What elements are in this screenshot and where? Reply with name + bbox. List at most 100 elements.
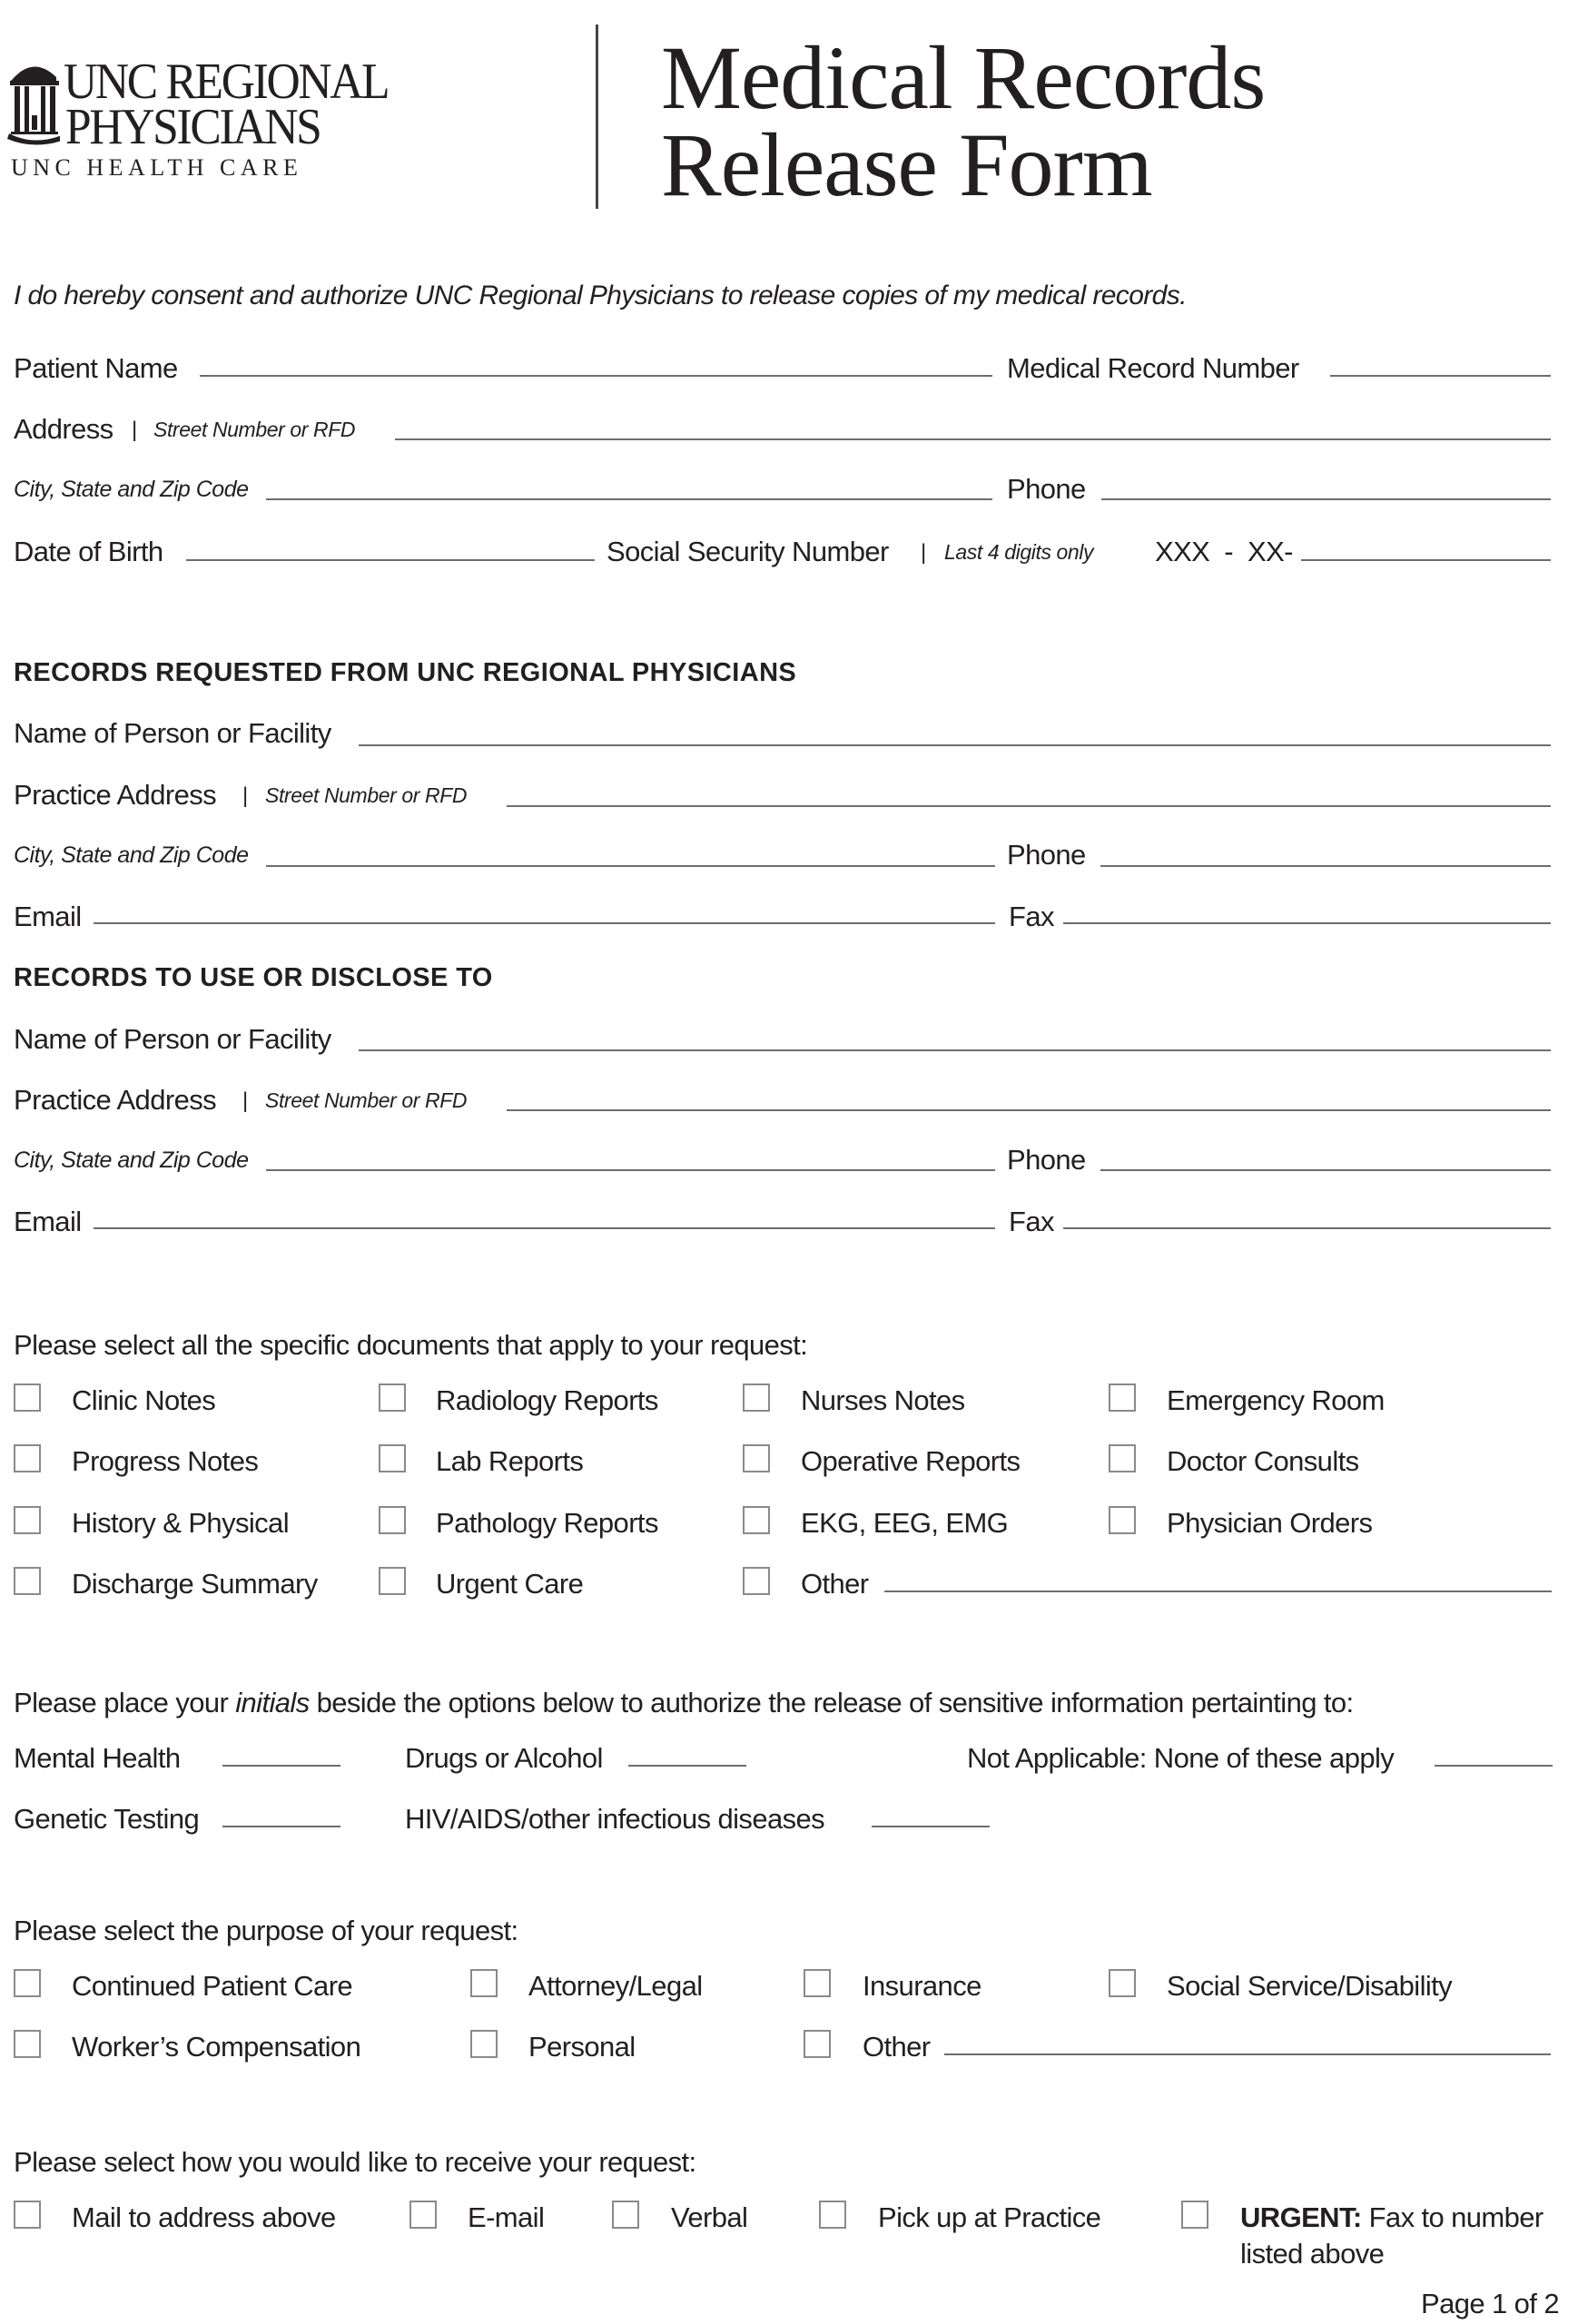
consent-text: I do hereby consent and authorize UNC Re… (14, 281, 1187, 310)
phone-input[interactable] (1101, 468, 1551, 499)
logo-line2: PHYSICIANS (65, 99, 322, 155)
documents-other-input[interactable] (884, 1561, 1552, 1591)
label-social-service-disability: Social Service/Disability (1167, 1970, 1453, 2002)
checkbox-progress-notes[interactable] (14, 1444, 41, 1472)
checkbox-personal[interactable] (470, 2030, 498, 2058)
purpose-other-input[interactable] (944, 2024, 1551, 2054)
sensitive-prompt-start: Please place your (14, 1687, 236, 1718)
checkbox-urgent-care[interactable] (379, 1567, 406, 1595)
label-workers-compensation: Worker’s Compensation (72, 2031, 361, 2063)
address-label: Address (14, 413, 113, 445)
to-name-label: Name of Person or Facility (14, 1023, 331, 1055)
hiv-aids-initials[interactable] (872, 1796, 990, 1827)
from-city-input[interactable] (266, 835, 995, 866)
sensitive-prompt-end: beside the options below to authorize th… (309, 1687, 1355, 1718)
from-phone-input[interactable] (1100, 835, 1551, 866)
checkbox-workers-compensation[interactable] (14, 2030, 41, 2058)
mrn-input[interactable] (1330, 345, 1551, 376)
from-address-input[interactable] (507, 775, 1551, 806)
to-phone-input[interactable] (1100, 1139, 1551, 1170)
page-title-line2: Release Form (661, 114, 1153, 215)
hiv-aids-label: HIV/AIDS/other infectious diseases (405, 1803, 825, 1835)
label-discharge-summary: Discharge Summary (72, 1568, 318, 1600)
mental-health-label: Mental Health (14, 1742, 181, 1774)
to-email-input[interactable] (94, 1197, 995, 1228)
checkbox-verbal[interactable] (612, 2201, 639, 2229)
old-well-icon (7, 66, 60, 145)
to-fax-input[interactable] (1063, 1197, 1551, 1228)
label-physician-orders: Physician Orders (1167, 1507, 1373, 1539)
checkbox-emergency-room[interactable] (1109, 1384, 1136, 1412)
label-lab-reports: Lab Reports (436, 1445, 584, 1477)
to-fax-label: Fax (1009, 1206, 1054, 1237)
purpose-prompt: Please select the purpose of your reques… (14, 1915, 518, 1946)
address-separator: | (132, 418, 137, 442)
delivery-prompt: Please select how you would like to rece… (14, 2146, 696, 2178)
checkbox-email[interactable] (409, 2201, 437, 2229)
label-progress-notes: Progress Notes (72, 1445, 259, 1477)
label-purpose-other: Other (863, 2031, 931, 2063)
checkbox-insurance[interactable] (804, 1969, 831, 1997)
patient-name-label: Patient Name (14, 352, 178, 384)
from-name-label: Name of Person or Facility (14, 717, 331, 749)
to-address-input[interactable] (507, 1079, 1551, 1110)
label-mail: Mail to address above (72, 2201, 336, 2233)
checkbox-physician-orders[interactable] (1109, 1506, 1136, 1534)
label-pick-up: Pick up at Practice (878, 2201, 1101, 2233)
dob-label: Date of Birth (14, 536, 163, 567)
checkbox-doctor-consults[interactable] (1109, 1444, 1136, 1472)
urgent-fax-text: Fax to number (1361, 2201, 1544, 2233)
drugs-alcohol-initials[interactable] (628, 1735, 746, 1766)
label-documents-other: Other (801, 1568, 869, 1600)
checkbox-nurses-notes[interactable] (743, 1384, 770, 1412)
to-name-input[interactable] (359, 1019, 1551, 1050)
checkbox-documents-other[interactable] (743, 1567, 770, 1595)
patient-name-input[interactable] (200, 345, 992, 376)
label-personal: Personal (528, 2031, 636, 2063)
city-label: City, State and Zip Code (14, 477, 249, 502)
checkbox-continued-patient-care[interactable] (14, 1969, 41, 1997)
page-number: Page 1 of 2 (1421, 2288, 1560, 2319)
from-email-input[interactable] (94, 892, 995, 923)
header-divider (596, 25, 598, 209)
label-insurance: Insurance (863, 1970, 981, 2002)
checkbox-discharge-summary[interactable] (14, 1567, 41, 1595)
city-input[interactable] (266, 468, 992, 499)
checkbox-urgent-fax[interactable] (1181, 2201, 1208, 2229)
label-operative-reports: Operative Reports (801, 1445, 1021, 1477)
to-city-input[interactable] (266, 1139, 995, 1170)
checkbox-pick-up[interactable] (819, 2201, 846, 2229)
to-email-label: Email (14, 1206, 82, 1237)
checkbox-radiology-reports[interactable] (379, 1384, 406, 1412)
from-name-input[interactable] (359, 714, 1551, 745)
disclose-to-heading: RECORDS TO USE OR DISCLOSE TO (14, 963, 493, 992)
ssn-input[interactable] (1301, 529, 1551, 560)
dob-input[interactable] (186, 529, 595, 560)
phone-label: Phone (1007, 473, 1086, 505)
mental-health-initials[interactable] (222, 1735, 340, 1766)
urgent-emphasis: URGENT: (1240, 2201, 1362, 2233)
label-email: E-mail (468, 2201, 545, 2233)
label-urgent-fax-line2: listed above (1240, 2238, 1385, 2270)
genetic-testing-initials[interactable] (222, 1796, 340, 1827)
label-emergency-room: Emergency Room (1167, 1384, 1385, 1416)
checkbox-mail[interactable] (14, 2201, 41, 2229)
checkbox-purpose-other[interactable] (804, 2030, 831, 2058)
to-address-label: Practice Address (14, 1084, 217, 1116)
checkbox-lab-reports[interactable] (379, 1444, 406, 1472)
ssn-hint: Last 4 digits only (944, 540, 1094, 564)
checkbox-ekg-eeg-emg[interactable] (743, 1506, 770, 1534)
label-urgent-fax: URGENT: Fax to number (1240, 2203, 1544, 2231)
label-pathology-reports: Pathology Reports (436, 1507, 658, 1539)
checkbox-pathology-reports[interactable] (379, 1506, 406, 1534)
checkbox-operative-reports[interactable] (743, 1444, 770, 1472)
address-input[interactable] (395, 409, 1551, 439)
checkbox-social-service-disability[interactable] (1109, 1969, 1136, 1997)
from-fax-input[interactable] (1063, 892, 1551, 923)
checkbox-clinic-notes[interactable] (14, 1384, 41, 1412)
not-applicable-initials[interactable] (1435, 1735, 1553, 1766)
genetic-testing-label: Genetic Testing (14, 1803, 200, 1835)
label-doctor-consults: Doctor Consults (1167, 1445, 1359, 1477)
checkbox-history-physical[interactable] (14, 1506, 41, 1534)
checkbox-attorney-legal[interactable] (470, 1969, 498, 1997)
